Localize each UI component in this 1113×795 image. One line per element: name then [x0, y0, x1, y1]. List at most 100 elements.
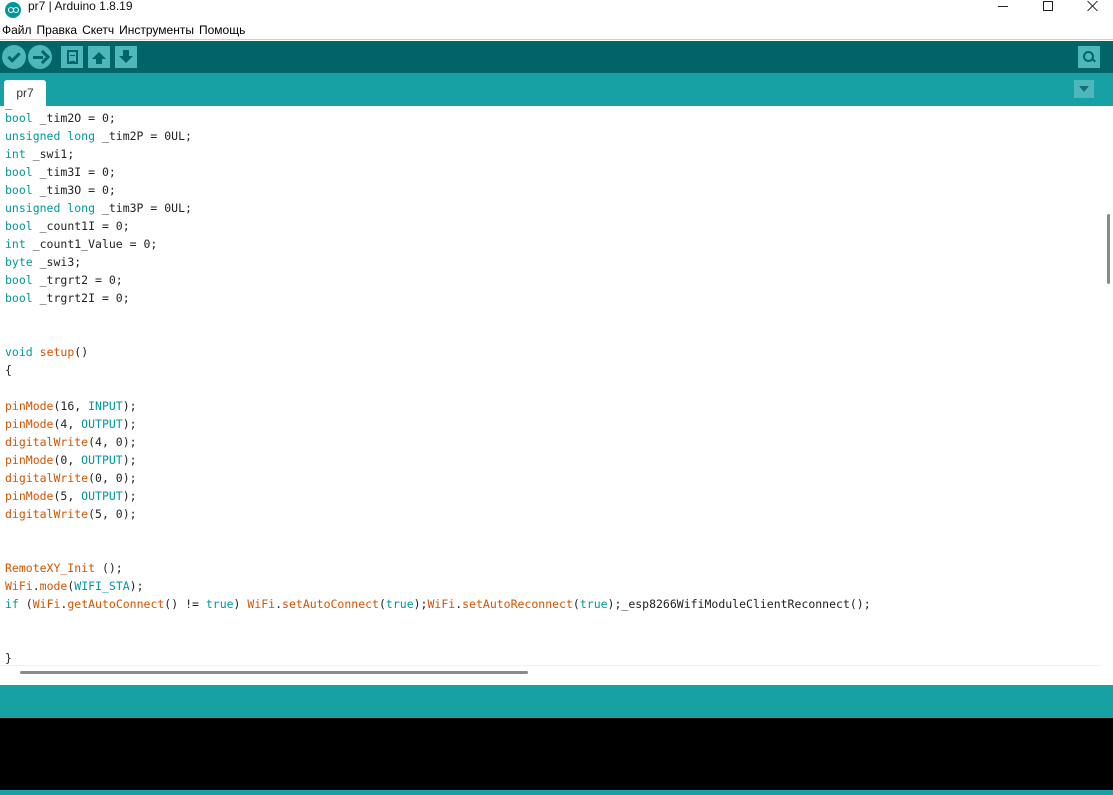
code-token: bool	[5, 111, 33, 125]
code-line: bool _trgrt2I = 0;	[5, 289, 871, 307]
maximize-button[interactable]	[1025, 0, 1071, 12]
close-button[interactable]	[1070, 0, 1113, 12]
code-token: _tim3O = 0;	[32, 183, 116, 197]
code-token: .	[275, 597, 283, 611]
code-token: WIFI_STA	[74, 579, 130, 593]
code-token: (	[572, 597, 580, 611]
tab-label: pr7	[16, 86, 34, 100]
arrow-up-icon	[92, 50, 106, 64]
code-line: pinMode(16, INPUT);	[5, 397, 871, 415]
code-line: {	[5, 361, 871, 379]
code-line: int _count1_Value = 0;	[5, 235, 871, 253]
code-token: .	[32, 579, 40, 593]
code-token: {	[5, 363, 12, 377]
code-token: true	[205, 597, 234, 611]
save-sketch-button[interactable]	[115, 46, 137, 68]
code-token: int	[5, 237, 26, 251]
code-token: RemoteXY_Init	[5, 561, 96, 575]
checkmark-icon	[7, 48, 21, 63]
maximize-icon	[1043, 1, 1053, 11]
code-token: (4,	[53, 417, 82, 431]
code-token: OUTPUT	[81, 453, 123, 467]
code-token: );	[413, 597, 428, 611]
console-output[interactable]	[0, 718, 1113, 790]
code-text: bool _tim2O = 0; unsigned long _tim2P = 0…	[5, 109, 871, 665]
code-token: bool	[5, 219, 33, 233]
code-token: digitalWrite	[5, 435, 89, 449]
code-token: );_esp8266WifiModuleClientReconnect();	[607, 597, 871, 611]
code-line: pinMode(0, OUTPUT);	[5, 451, 871, 469]
code-token: );	[129, 579, 144, 593]
code-token: mode	[39, 579, 68, 593]
tab-pr7[interactable]: pr7	[4, 80, 46, 106]
code-token: digitalWrite	[5, 471, 89, 485]
code-token: setAutoReconnect	[462, 597, 573, 611]
menu-help[interactable]: Помощь	[199, 20, 249, 40]
code-line: bool _tim2O = 0;	[5, 109, 871, 127]
code-token: _swi1;	[25, 147, 75, 161]
open-sketch-button[interactable]	[88, 46, 110, 68]
arduino-logo-icon	[5, 2, 21, 18]
code-line: RemoteXY_Init ();	[5, 559, 871, 577]
code-token: bool	[5, 165, 33, 179]
code-token: WiFi	[5, 579, 33, 593]
menu-tools[interactable]: Инструменты	[119, 20, 198, 40]
code-line: bool _trgrt2 = 0;	[5, 271, 871, 289]
serial-monitor-button[interactable]	[1078, 46, 1100, 68]
menu-file[interactable]: Файл	[2, 20, 36, 40]
menu-bar: Файл Правка Скетч Инструменты Помощь	[0, 20, 1113, 40]
tab-menu-button[interactable]	[1074, 80, 1094, 98]
code-token: setup	[39, 345, 75, 359]
code-token: true	[579, 597, 608, 611]
code-token: pinMode	[5, 399, 54, 413]
menu-edit[interactable]: Правка	[37, 20, 82, 40]
code-token: (0, 0);	[88, 471, 137, 485]
code-line: bool _tim3I = 0;	[5, 163, 871, 181]
code-token: pinMode	[5, 417, 54, 431]
code-line: byte _swi3;	[5, 253, 871, 271]
vertical-scroll-thumb[interactable]	[1107, 214, 1110, 284]
horizontal-scrollbar[interactable]	[0, 665, 1101, 685]
code-token: _tim3P = 0UL;	[95, 201, 192, 215]
tab-bar: pr7	[0, 73, 1113, 106]
code-token: OUTPUT	[81, 417, 123, 431]
code-line: pinMode(5, OUTPUT);	[5, 487, 871, 505]
vertical-scrollbar[interactable]	[1101, 106, 1113, 665]
arrow-right-icon	[33, 51, 47, 63]
close-icon	[1087, 0, 1099, 12]
code-token: true	[385, 597, 414, 611]
code-line: digitalWrite(0, 0);	[5, 469, 871, 487]
code-token: OUTPUT	[81, 489, 123, 503]
minimize-icon	[998, 5, 1008, 7]
code-line: unsigned long _tim2P = 0UL;	[5, 127, 871, 145]
code-token: );	[122, 417, 137, 431]
arrow-down-icon	[119, 50, 133, 64]
code-token: (4, 0);	[88, 435, 137, 449]
code-line: }	[5, 649, 871, 665]
minimize-button[interactable]	[980, 0, 1026, 12]
upload-button[interactable]	[28, 45, 52, 69]
code-token: () !=	[164, 597, 206, 611]
code-line: unsigned long _tim3P = 0UL;	[5, 199, 871, 217]
horizontal-scroll-thumb[interactable]	[20, 671, 528, 674]
code-token: int	[5, 147, 26, 161]
code-editor[interactable]: _ bool _tim2O = 0;unsigned long _tim2P =…	[0, 106, 1113, 665]
code-token: _swi3;	[32, 255, 82, 269]
menu-sketch[interactable]: Скетч	[82, 20, 118, 40]
new-sketch-button[interactable]	[61, 46, 83, 68]
code-token: (5,	[53, 489, 82, 503]
document-icon	[66, 50, 78, 64]
verify-button[interactable]	[2, 45, 26, 69]
code-token: );	[122, 453, 137, 467]
code-token: INPUT	[88, 399, 123, 413]
bottom-status-strip	[0, 790, 1113, 795]
code-line: pinMode(4, OUTPUT);	[5, 415, 871, 433]
code-token: ();	[95, 561, 123, 575]
code-token: (16,	[53, 399, 89, 413]
